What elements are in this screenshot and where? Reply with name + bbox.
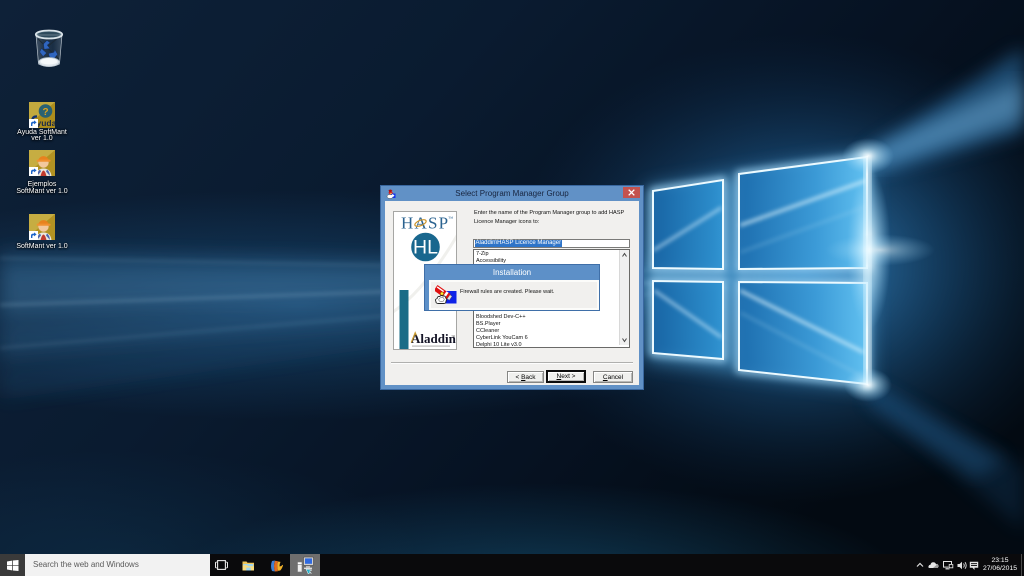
svg-text:™: ™ bbox=[448, 216, 453, 222]
svg-text:yuda: yuda bbox=[37, 118, 56, 128]
svg-text:HL: HL bbox=[413, 237, 438, 259]
svg-text:™: ™ bbox=[451, 334, 455, 339]
svg-text:?: ? bbox=[42, 107, 48, 118]
svg-text:Aladdin: Aladdin bbox=[411, 331, 456, 346]
